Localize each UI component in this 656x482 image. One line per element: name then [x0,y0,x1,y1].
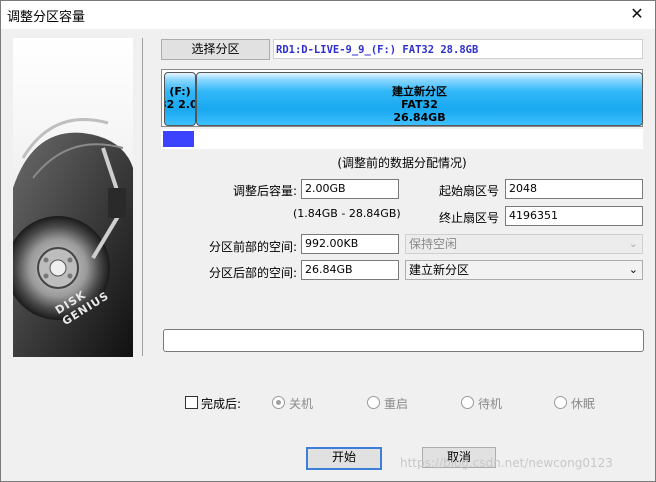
allocation-caption: (调整前的数据分配情况) [337,156,467,170]
size-range-hint: (1.84GB - 28.84GB) [293,207,401,220]
start-sector-input[interactable]: 2048 [505,179,643,199]
space-before-label: 分区前部的空间: [208,240,297,254]
radio-icon [461,396,474,409]
space-after-action-select[interactable]: 建立新分区 ⌄ [405,260,643,280]
space-after-label: 分区后部的空间: [208,266,297,280]
select-partition-button[interactable]: 选择分区 [161,39,270,60]
shutdown-label: 关机 [289,397,314,411]
after-completion-option[interactable]: 完成后: [185,396,241,414]
new-partition-label: 建立新分区 [392,85,447,98]
status-message-box [163,329,644,352]
partition-block-f[interactable]: (F:) 32 2.0 [164,72,196,126]
watermark-text: https://blog.csdn.net/newcong0123 [400,456,613,470]
disk-map: (F:) 32 2.0 建立新分区 FAT32 26.84GB [161,69,643,127]
radio-icon [367,396,380,409]
standby-label: 待机 [478,397,503,411]
partition-block-new[interactable]: 建立新分区 FAT32 26.84GB [196,72,643,126]
window-title: 调整分区容量 [7,10,86,25]
space-after-input[interactable]: 26.84GB [301,260,399,280]
partition-f-label: (F:) [169,85,191,98]
radio-restart: 重启 [367,396,408,414]
data-allocation-fill [163,131,194,147]
start-sector-label: 起始扇区号 [438,184,499,198]
end-sector-label: 终止扇区号 [438,211,499,225]
new-partition-fs: FAT32 [401,98,438,111]
radio-standby: 待机 [461,396,502,414]
chevron-down-icon: ⌄ [628,263,638,276]
end-sector-input[interactable]: 4196351 [505,206,643,226]
space-after-action-value: 建立新分区 [409,263,470,277]
chevron-down-icon: ⌄ [628,237,638,250]
space-before-action-value: 保持空闲 [409,237,458,251]
title-bar: 调整分区容量 ✕ [1,1,655,29]
radio-icon [554,396,567,409]
hibernate-label: 休眠 [571,397,596,411]
disk-genius-artwork: DISK GENIUS [13,38,133,357]
radio-shutdown: 关机 [272,396,313,414]
space-before-input[interactable]: 992.00KB [301,234,399,254]
resize-partition-dialog: 调整分区容量 ✕ DISK GENIUS 选择分区 RD1:D-LIVE-9_9… [0,0,656,482]
space-before-action-select: 保持空闲 ⌄ [405,234,643,254]
new-partition-size: 26.84GB [393,111,446,124]
after-completion-checkbox[interactable] [185,396,198,409]
restart-label: 重启 [384,397,409,411]
partition-path-display: RD1:D-LIVE-9_9_(F:) FAT32 28.8GB [273,39,643,59]
radio-icon [272,396,285,409]
start-button[interactable]: 开始 [306,447,382,470]
data-allocation-bar [161,129,643,149]
adjusted-size-input[interactable]: 2.00GB [301,179,399,199]
after-completion-label: 完成后: [201,397,242,411]
close-icon[interactable]: ✕ [625,3,649,25]
divider [142,38,143,356]
adjusted-size-label: 调整后容量: [232,184,297,198]
radio-hibernate: 休眠 [554,396,595,414]
partition-f-info: 32 2.0 [165,98,196,111]
